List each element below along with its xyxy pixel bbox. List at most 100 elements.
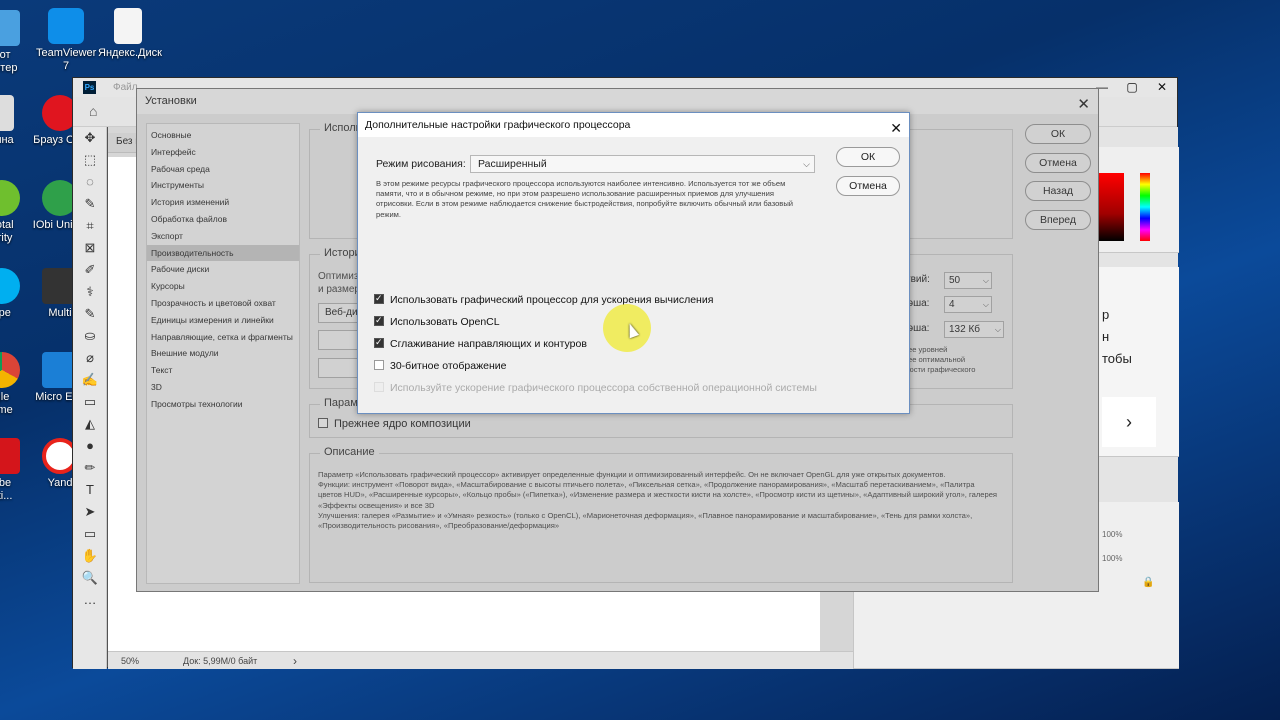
hue-slider[interactable] [1140, 173, 1150, 241]
tool-icon[interactable]: ✐ [73, 259, 107, 281]
tool-icon[interactable]: … [73, 589, 107, 611]
preferences-close-icon[interactable]: ✕ [1077, 92, 1090, 117]
menu-file[interactable]: Файл [113, 82, 138, 93]
desktop-icon-this-pc[interactable]: рот ьютер [0, 10, 32, 75]
toolbox: ✥ ⬚ ◌ ✎ ⌗ ⊠ ✐ ⚕ ✎ ⛀ ⌀ ✍ ▭ ◭ ● ✏ T ➤ ▭ ✋ 🔍… [73, 127, 107, 669]
tool-icon[interactable]: ● [73, 435, 107, 457]
cache-tile-select[interactable]: 132 Кб ⌵ [944, 321, 1004, 338]
preferences-forward-button[interactable]: Вперед [1025, 210, 1091, 230]
preferences-back-button[interactable]: Назад [1025, 181, 1091, 201]
checkbox-checked-icon [374, 293, 384, 305]
preferences-nav-item[interactable]: Прозрачность и цветовой охват [147, 295, 299, 312]
preferences-nav-item[interactable]: Внешние модули [147, 345, 299, 362]
preferences-nav-item[interactable]: Производительность [147, 244, 299, 262]
preferences-ok-button[interactable]: ОК [1025, 124, 1091, 144]
tool-icon[interactable]: ◭ [73, 413, 107, 435]
drawing-mode-label: Режим рисования: [376, 158, 466, 170]
tool-icon[interactable]: ✎ [73, 303, 107, 325]
tool-icon[interactable]: ✍ [73, 369, 107, 391]
chevron-down-icon: ⌵ [982, 300, 989, 309]
tool-icon[interactable]: ⬚ [73, 149, 107, 171]
checkbox-icon [318, 418, 328, 429]
tool-icon[interactable]: ▭ [73, 523, 107, 545]
desktop-icon-skype[interactable]: ype [0, 268, 32, 320]
preferences-nav-item[interactable]: Основные [147, 127, 299, 144]
history-states-select[interactable]: 50 ⌵ [944, 272, 992, 289]
gpu-close-icon[interactable]: ✕ [890, 116, 902, 140]
drawing-mode-description: В этом режиме ресурсы графического проце… [376, 179, 794, 219]
antialias-guides-checkbox[interactable]: Сглаживание направляющих и контуров [374, 337, 587, 352]
tool-icon[interactable]: ➤ [73, 501, 107, 523]
tool-icon[interactable]: T [73, 479, 107, 501]
desktop-icon-yandex-disk[interactable]: Яндекс.Диск [98, 8, 162, 60]
tool-icon[interactable]: ◌ [73, 171, 107, 193]
status-arrow-icon[interactable]: › [293, 654, 297, 668]
preferences-nav-item[interactable]: Направляющие, сетка и фрагменты [147, 329, 299, 346]
gpu-ok-button[interactable]: ОК [836, 147, 900, 167]
preferences-nav-item[interactable]: История изменений [147, 194, 299, 211]
preferences-nav-item[interactable]: Рабочая среда [147, 161, 299, 178]
history-text-2: и размер [318, 284, 360, 295]
use-gpu-compute-checkbox[interactable]: Использовать графический процессор для у… [374, 293, 713, 308]
preferences-nav-item[interactable]: Интерфейс [147, 144, 299, 161]
desktop-icon-teamviewer[interactable]: TeamViewer 7 [36, 8, 96, 73]
home-icon[interactable]: ⌂ [89, 103, 107, 119]
preferences-nav-item[interactable]: Просмотры технологии [147, 396, 299, 413]
tool-icon[interactable]: ✋ [73, 545, 107, 567]
drawing-mode-select[interactable]: Расширенный ⌵ [470, 155, 815, 173]
history-states-value: 50 [949, 275, 961, 286]
fill-value[interactable]: 100% [1102, 554, 1122, 563]
close-window-button[interactable]: ✕ [1147, 78, 1177, 97]
teamviewer-icon [48, 8, 84, 44]
tool-icon[interactable]: ⊠ [73, 237, 107, 259]
learn-text-1: р [1102, 307, 1110, 322]
tool-icon[interactable]: ⌗ [73, 215, 107, 237]
cache-levels-label: эша: [908, 298, 930, 309]
chevron-down-icon: ⌵ [803, 159, 810, 169]
description-text: Параметр «Использовать графический проце… [318, 470, 998, 531]
preferences-nav-item[interactable]: Текст [147, 362, 299, 379]
desktop-icon-recycle[interactable]: зина [0, 95, 32, 147]
tool-icon[interactable]: ⚕ [73, 281, 107, 303]
preferences-cancel-button[interactable]: Отмена [1025, 153, 1091, 173]
zoom-level[interactable]: 50% [121, 656, 139, 666]
use-opencl-checkbox[interactable]: Использовать OpenCL [374, 315, 500, 330]
cache-tile-value: 132 Кб [949, 324, 981, 335]
tool-icon[interactable]: 🔍 [73, 567, 107, 589]
tool-icon[interactable]: ⌀ [73, 347, 107, 369]
opacity-value[interactable]: 100% [1102, 530, 1122, 539]
native-os-gpu-label: Используйте ускорение графического проце… [390, 382, 817, 394]
skype-icon [0, 268, 20, 304]
use-opencl-label: Использовать OpenCL [390, 316, 500, 328]
preferences-nav-item[interactable]: 3D [147, 379, 299, 396]
params-group-title: Парам [320, 397, 362, 409]
preferences-nav-item[interactable]: Единицы измерения и линейки [147, 312, 299, 329]
cache-tile-label: эша: [908, 323, 930, 334]
desktop-icon-adobe[interactable]: obe ati... [0, 438, 32, 503]
preferences-nav-item[interactable]: Инструменты [147, 177, 299, 194]
photoshop-logo-icon: Ps [83, 81, 96, 94]
cache-levels-select[interactable]: 4 ⌵ [944, 296, 992, 313]
checkbox-checked-icon [374, 337, 384, 349]
preferences-nav-item[interactable]: Рабочие диски [147, 261, 299, 278]
preferences-nav-item[interactable]: Обработка файлов [147, 211, 299, 228]
next-arrow-icon[interactable]: › [1102, 397, 1156, 447]
tool-icon[interactable]: ✎ [73, 193, 107, 215]
tool-icon[interactable]: ⛀ [73, 325, 107, 347]
tool-icon[interactable]: ▭ [73, 391, 107, 413]
tool-icon[interactable]: ✥ [73, 127, 107, 149]
preferences-nav-item[interactable]: Курсоры [147, 278, 299, 295]
maximize-button[interactable]: ▢ [1117, 78, 1147, 97]
chevron-down-icon: ⌵ [994, 325, 1001, 334]
30bit-display-checkbox[interactable]: 30-битное отображение [374, 360, 506, 374]
chrome-icon [0, 352, 20, 388]
doc-size: Док: 5,99M/0 байт [183, 656, 258, 666]
description-group: Описание Параметр «Использовать графичес… [309, 446, 1013, 583]
tool-icon[interactable]: ✏ [73, 457, 107, 479]
preferences-nav-item[interactable]: Экспорт [147, 228, 299, 245]
preset-value: Веб-ди [325, 307, 358, 318]
legacy-compose-checkbox[interactable]: Прежнее ядро композиции [318, 418, 471, 430]
desktop-icon-total-security[interactable]: Total urity [0, 180, 32, 245]
gpu-cancel-button[interactable]: Отмена [836, 176, 900, 196]
desktop-icon-chrome[interactable]: gle ome [0, 352, 32, 417]
